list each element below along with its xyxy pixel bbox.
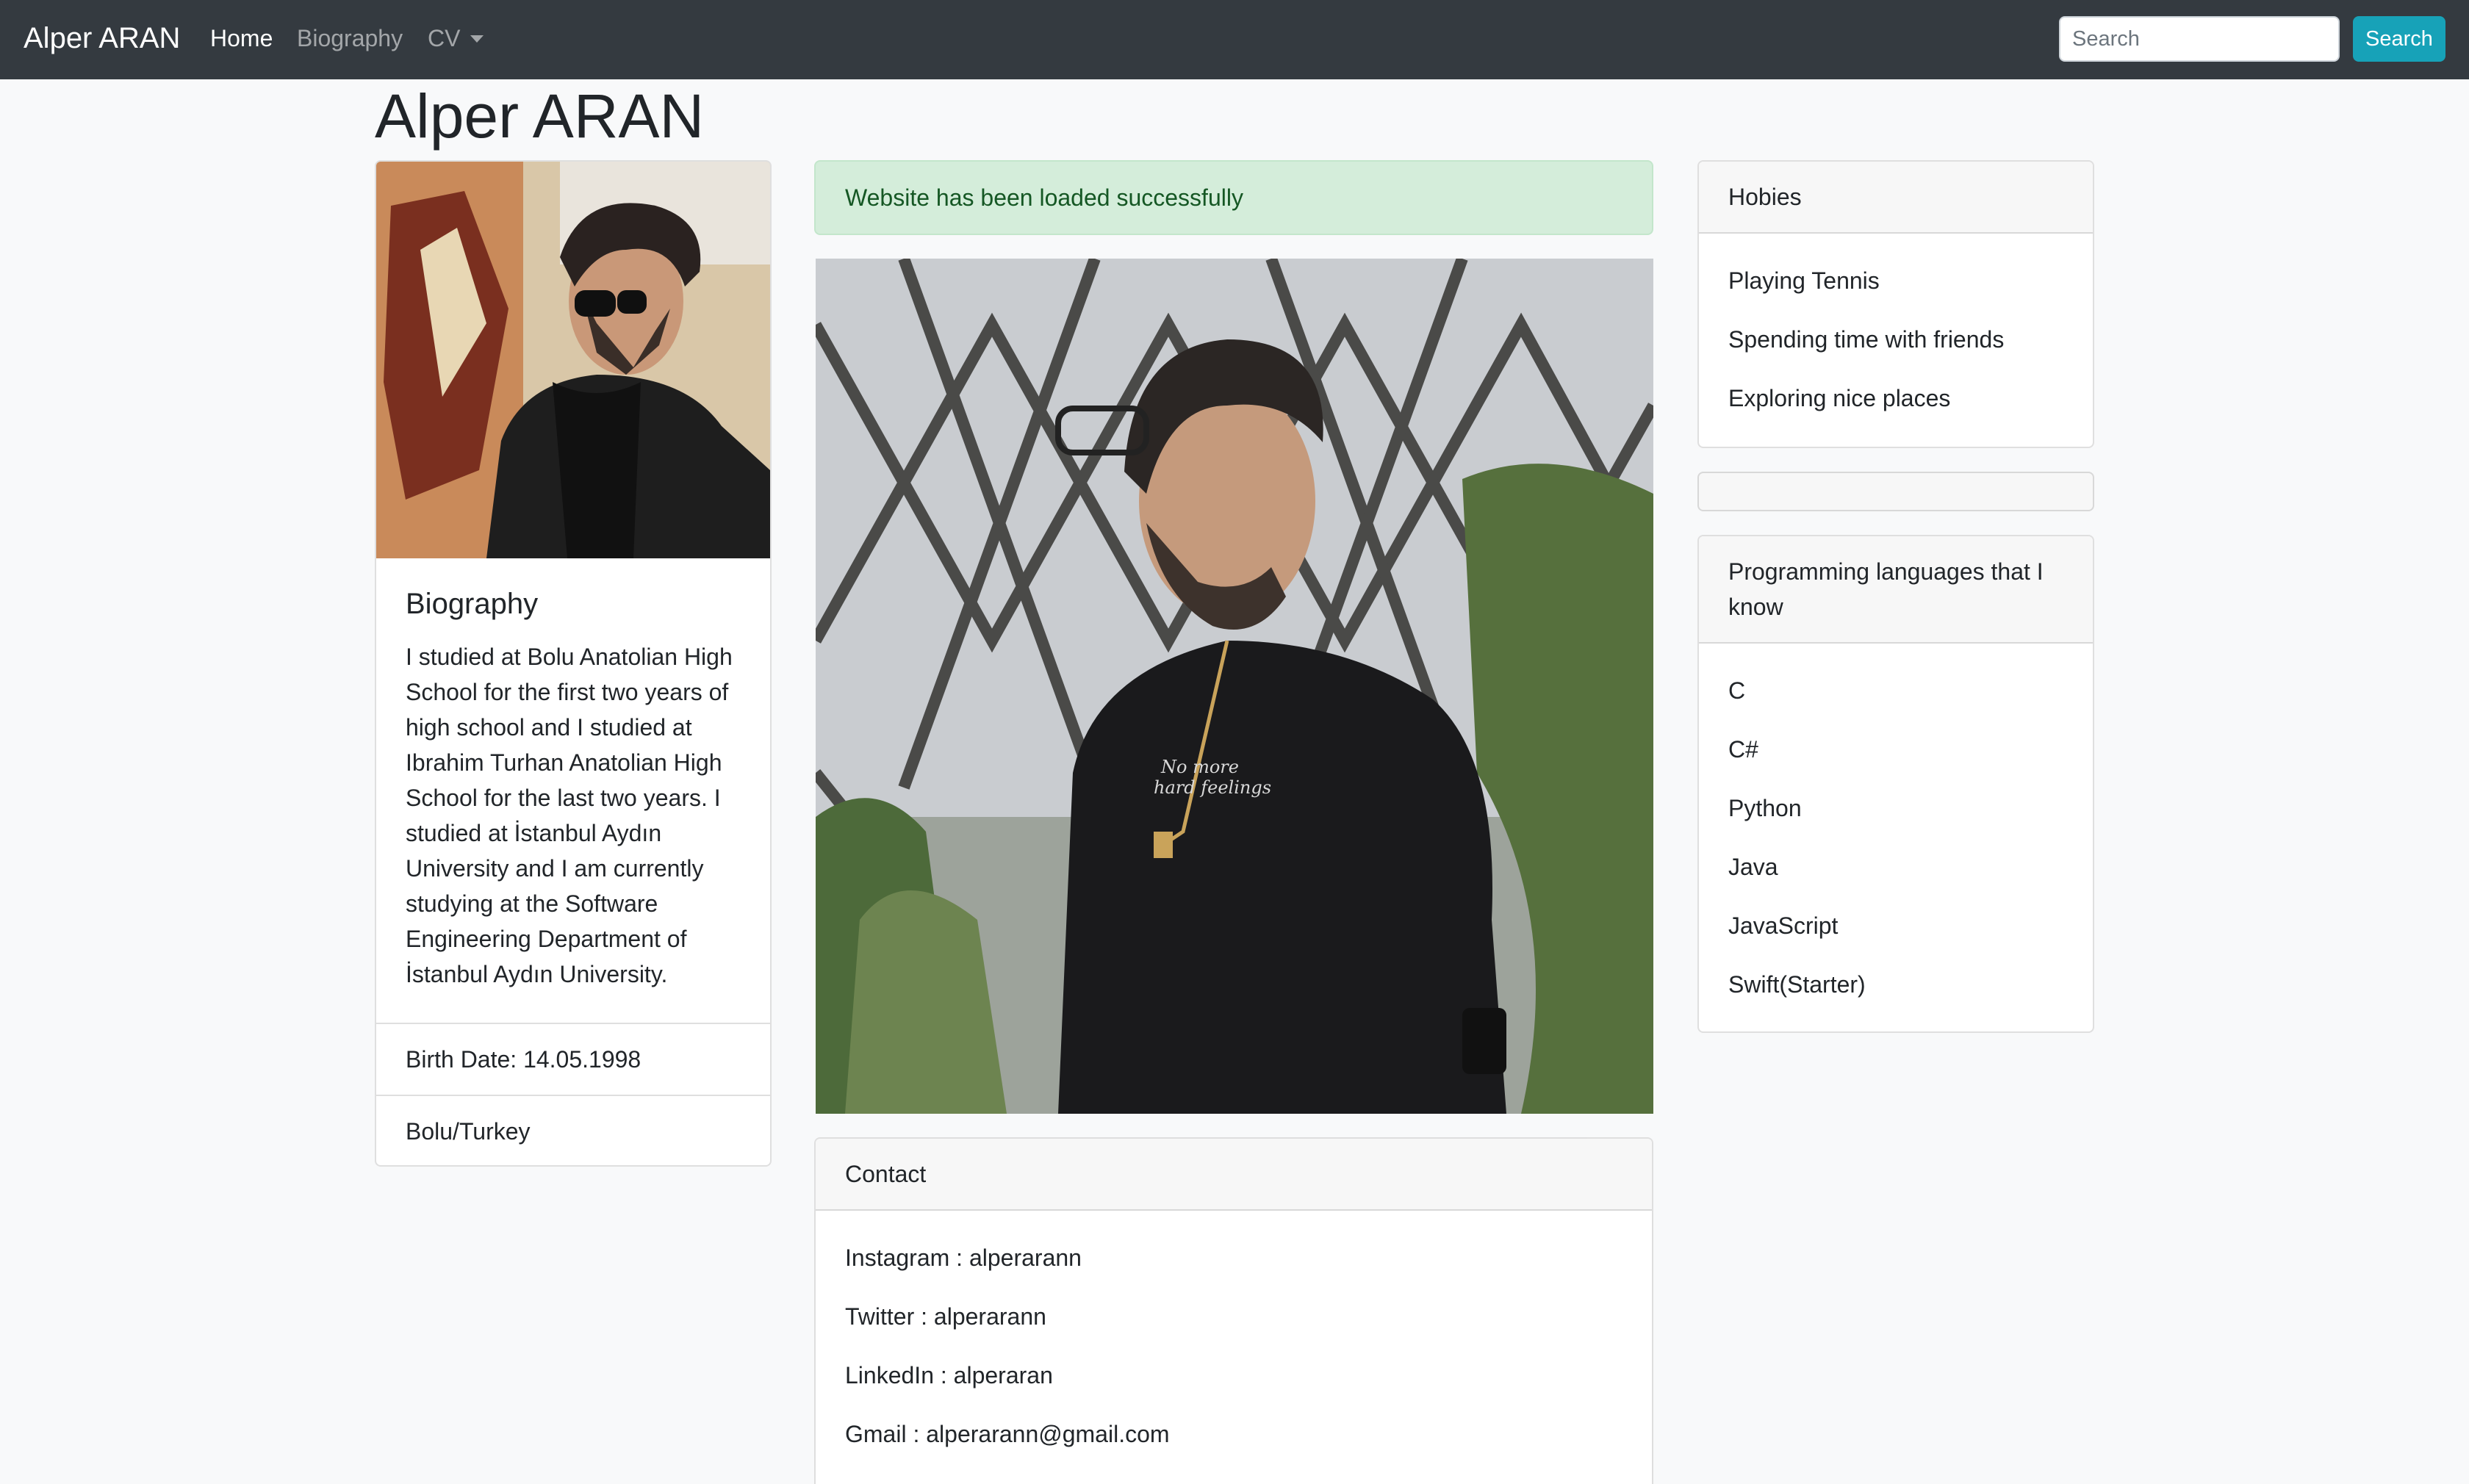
svg-text:hard feelings: hard feelings bbox=[1154, 777, 1271, 798]
contact-header: Contact bbox=[816, 1139, 1652, 1211]
hobbies-card: Hobies Playing Tennis Spending time with… bbox=[1697, 160, 2094, 448]
success-alert: Website has been loaded successfully bbox=[814, 160, 1653, 235]
biography-title: Biography bbox=[406, 588, 539, 620]
hobby-item: Spending time with friends bbox=[1728, 326, 2005, 353]
contact-gmail: Gmail : alperarann@gmail.com bbox=[845, 1421, 1170, 1447]
contact-card: Contact Instagram : alperarann Twitter :… bbox=[814, 1137, 1653, 1484]
page-title: Alper ARAN bbox=[375, 82, 705, 151]
nav-link-home[interactable]: Home bbox=[210, 24, 273, 53]
language-item: Swift(Starter) bbox=[1728, 971, 1866, 998]
navbar-brand[interactable]: Alper ARAN bbox=[24, 19, 180, 57]
main-photo: No more hard feelings bbox=[816, 259, 1653, 1114]
language-item: Java bbox=[1728, 854, 1778, 880]
biography-text: I studied at Bolu Anatolian High School … bbox=[406, 644, 733, 987]
hobby-item: Playing Tennis bbox=[1728, 267, 1880, 294]
location: Bolu/Turkey bbox=[376, 1095, 770, 1165]
svg-text:No more: No more bbox=[1160, 757, 1239, 777]
contact-linkedin: LinkedIn : alperaran bbox=[845, 1362, 1053, 1388]
language-item: JavaScript bbox=[1728, 912, 1839, 939]
language-item: C bbox=[1728, 677, 1746, 704]
birth-date: Birth Date: 14.05.1998 bbox=[376, 1023, 770, 1095]
top-navbar: Alper ARAN Home Biography CV Search bbox=[0, 0, 2469, 79]
nav-dropdown-cv-label: CV bbox=[428, 25, 461, 51]
biography-card: Biography I studied at Bolu Anatolian Hi… bbox=[375, 160, 772, 1167]
nav-dropdown-cv[interactable]: CV bbox=[428, 24, 484, 53]
language-item: Python bbox=[1728, 795, 1802, 821]
profile-photo bbox=[376, 162, 770, 558]
languages-card: Programming languages that I know C C# P… bbox=[1697, 535, 2094, 1033]
search-input[interactable] bbox=[2059, 16, 2340, 62]
hobby-item: Exploring nice places bbox=[1728, 385, 1951, 411]
language-item: C# bbox=[1728, 736, 1758, 763]
search-button[interactable]: Search bbox=[2353, 16, 2445, 62]
contact-twitter: Twitter : alperarann bbox=[845, 1303, 1046, 1330]
contact-instagram: Instagram : alperarann bbox=[845, 1245, 1082, 1271]
hobbies-header: Hobies bbox=[1699, 162, 2093, 234]
caret-down-icon bbox=[470, 35, 484, 43]
languages-header: Programming languages that I know bbox=[1699, 536, 2093, 644]
empty-card bbox=[1697, 472, 2094, 511]
nav-link-biography[interactable]: Biography bbox=[297, 24, 403, 53]
